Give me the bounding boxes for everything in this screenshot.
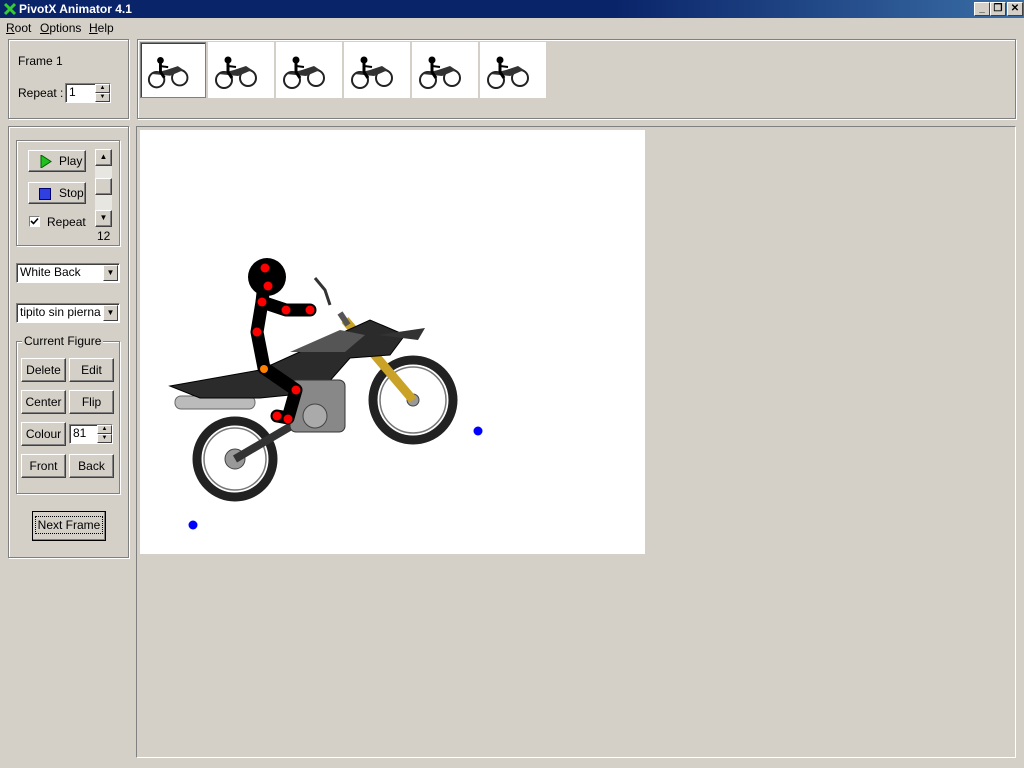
frame-label: Frame 1: [18, 54, 63, 68]
stop-label: Stop: [59, 186, 84, 200]
chevron-down-icon[interactable]: ▼: [103, 305, 118, 321]
spin-up-icon[interactable]: ▲: [97, 425, 112, 434]
motorbike-scene: [168, 258, 483, 530]
center-button[interactable]: Center: [21, 390, 66, 414]
play-icon: [40, 155, 52, 168]
play-label: Play: [59, 154, 83, 168]
next-frame-button[interactable]: Next Frame: [32, 511, 106, 541]
app-icon: [3, 2, 17, 16]
menu-options[interactable]: Options: [40, 21, 81, 35]
checkmark-icon: [30, 217, 39, 225]
repeat-checkbox[interactable]: [29, 216, 40, 227]
next-frame-label: Next Frame: [34, 516, 104, 534]
frame-thumbnail[interactable]: [208, 42, 274, 98]
front-button[interactable]: Front: [21, 454, 66, 478]
repeat-checkbox-label: Repeat: [47, 215, 86, 229]
menu-root[interactable]: Root: [6, 21, 31, 35]
frame-thumbnail[interactable]: [412, 42, 478, 98]
frame-thumbnail[interactable]: [480, 42, 546, 98]
edit-button[interactable]: Edit: [69, 358, 114, 382]
figure-select[interactable]: tipito sin pierna ▼: [16, 303, 120, 323]
spin-down-icon[interactable]: ▼: [95, 93, 110, 102]
stop-icon: [39, 188, 51, 200]
close-icon: ✕: [1010, 3, 1020, 14]
speed-value: 12: [97, 229, 111, 243]
flip-button[interactable]: Flip: [69, 390, 114, 414]
colour-spinner[interactable]: ▲ ▼: [97, 425, 112, 443]
speed-scrollbar[interactable]: ▲ ▼: [95, 149, 112, 227]
restore-button[interactable]: ❐: [990, 2, 1006, 16]
chevron-down-icon[interactable]: ▼: [103, 265, 118, 281]
background-select-value: White Back: [20, 265, 81, 279]
menu-bar: Root Options Help: [0, 18, 1024, 38]
speed-scroll-thumb[interactable]: [95, 178, 112, 195]
repeat-label: Repeat :: [18, 86, 64, 100]
figure-select-value: tipito sin pierna: [20, 305, 101, 319]
animation-canvas[interactable]: [140, 130, 645, 554]
menu-help[interactable]: Help: [89, 21, 114, 35]
colour-button[interactable]: Colour: [21, 422, 66, 446]
colour-value: 81: [73, 426, 87, 440]
frame-thumbnail[interactable]: [344, 42, 410, 98]
stop-button[interactable]: Stop: [28, 182, 86, 204]
minimize-icon: _: [979, 3, 985, 14]
current-figure-legend: Current Figure: [22, 334, 104, 348]
scroll-down-icon[interactable]: ▼: [95, 210, 112, 227]
title-bar: PivotX Animator 4.1 _ ❐ ✕: [0, 0, 1024, 18]
scroll-up-icon[interactable]: ▲: [95, 149, 112, 166]
frame-info-panel: Frame 1 Repeat : 1 ▲ ▼: [8, 39, 129, 119]
frame-thumbnail[interactable]: [140, 42, 206, 98]
spin-up-icon[interactable]: ▲: [95, 84, 110, 93]
delete-button[interactable]: Delete: [21, 358, 66, 382]
minimize-button[interactable]: _: [974, 2, 990, 16]
close-button[interactable]: ✕: [1007, 2, 1023, 16]
back-button[interactable]: Back: [69, 454, 114, 478]
play-button[interactable]: Play: [28, 150, 86, 172]
spin-down-icon[interactable]: ▼: [97, 434, 112, 443]
frame-repeat-spinner[interactable]: ▲ ▼: [95, 84, 110, 102]
restore-icon: ❐: [993, 3, 1003, 14]
frame-thumbnail[interactable]: [276, 42, 342, 98]
window-title: PivotX Animator 4.1: [19, 2, 132, 16]
background-select[interactable]: White Back ▼: [16, 263, 120, 283]
